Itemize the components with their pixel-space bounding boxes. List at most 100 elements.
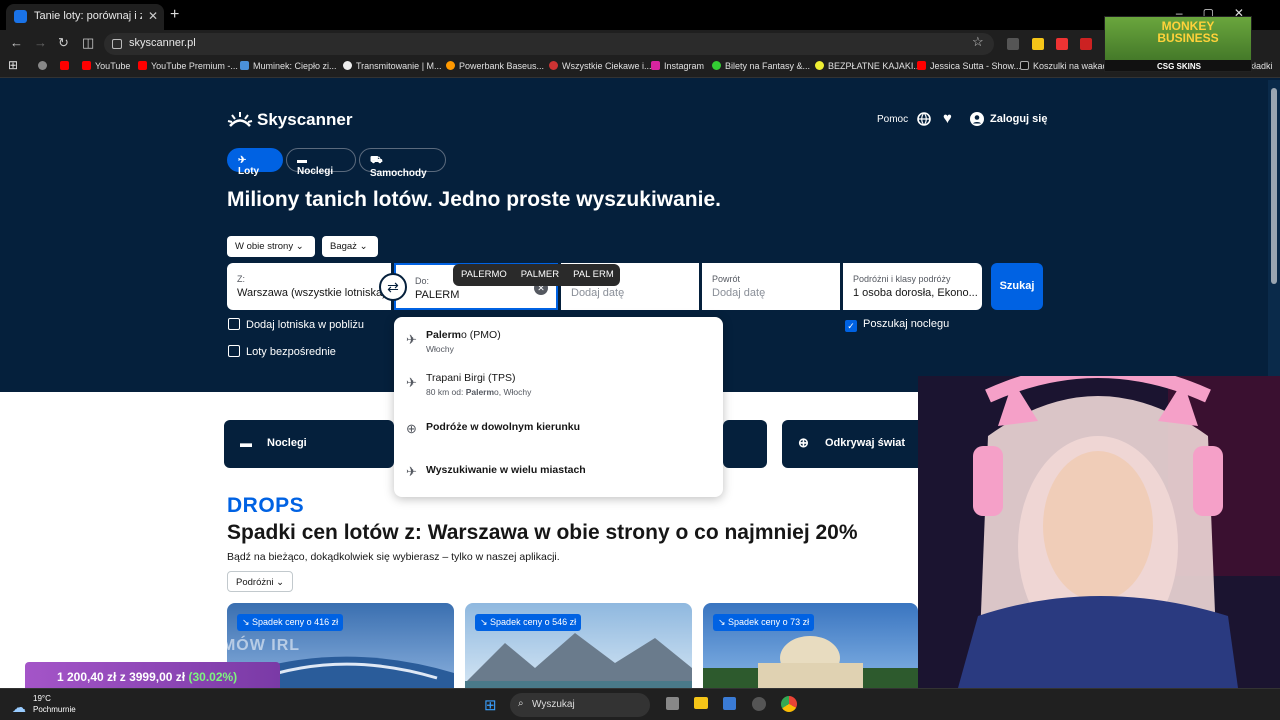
suggestion-palmer[interactable]: PALMER <box>513 264 565 280</box>
checkbox-icon <box>228 318 240 330</box>
bookmark-wszystkie[interactable]: Wszystkie Ciekawe i... <box>549 61 652 71</box>
checkmark-icon: ✓ <box>845 320 857 332</box>
travellers-filter[interactable]: Podróżni ⌄ <box>227 571 294 592</box>
stream-promo-text: NOWY TEL DO STREAMÓW IRL <box>34 637 301 654</box>
skyscanner-logo[interactable]: Skyscanner <box>227 110 352 130</box>
price-drop-badge: ↘ Spadek ceny o 416 zł <box>237 614 344 631</box>
cloud-icon: ☁ <box>12 699 26 715</box>
back-icon[interactable]: ← <box>10 35 23 50</box>
login-link[interactable]: Zaloguj się <box>990 113 1047 125</box>
taskbar-search[interactable]: ⌕ Wyszukaj <box>510 693 650 717</box>
url-field[interactable]: skyscanner.pl <box>104 33 994 55</box>
store-icon[interactable] <box>723 697 736 710</box>
trip-type-select[interactable]: W obie strony ⌄ <box>227 236 315 257</box>
deal-image <box>703 636 918 693</box>
user-icon <box>970 112 984 126</box>
skyscanner-sun-icon <box>227 112 253 127</box>
extension-icon[interactable] <box>1056 38 1068 50</box>
suggestion-pal-erm[interactable]: PAL ERM <box>565 264 620 280</box>
deal-image <box>465 633 692 693</box>
nearby-airports-checkbox[interactable]: Dodaj lotniska w pobliżu <box>228 318 364 331</box>
bookmark-transmitowanie[interactable]: Transmitowanie | M... <box>343 61 442 71</box>
return-placeholder: Dodaj datę <box>712 287 766 299</box>
swap-button[interactable]: ⇄ <box>379 273 407 301</box>
dropdown-item-trapani[interactable]: ✈ Trapani Birgi (TPS) 80 km od: Palermo,… <box>406 372 706 400</box>
bookmark-icon[interactable] <box>60 61 73 71</box>
bookmark-youtube[interactable]: YouTube <box>82 61 130 71</box>
close-tab-icon[interactable]: ✕ <box>148 9 158 23</box>
bookmark-muminek[interactable]: Muminek: Ciepło zi... <box>240 61 337 71</box>
deal-card[interactable]: ↘ Spadek ceny o 546 zł <box>465 603 692 693</box>
cars-card[interactable] <box>723 420 767 468</box>
file-explorer-icon[interactable] <box>694 697 708 709</box>
explore-card[interactable]: ⊕ Odkrywaj świat <box>782 420 918 468</box>
tab-flights[interactable]: ✈Loty <box>227 148 283 177</box>
deal-card[interactable]: ↘ Spadek ceny o 73 zł <box>703 603 918 693</box>
travellers-value: 1 osoba dorosła, Ekono... <box>853 287 978 299</box>
extension-icon[interactable] <box>1007 38 1019 50</box>
destination-input[interactable]: PALERM <box>415 289 459 301</box>
dropdown-item-anywhere[interactable]: ⊕ Podróże w dowolnym kierunku <box>406 421 706 439</box>
explore-icon: ⊕ <box>798 435 809 450</box>
bookmark-youtube-premium[interactable]: YouTube Premium -... <box>138 61 238 71</box>
drops-subtitle: Bądź na bieżąco, dokądkolwiek się wybier… <box>227 551 560 563</box>
bed-icon: ▬ <box>240 436 252 450</box>
reload-icon[interactable]: ↻ <box>58 35 69 51</box>
search-button[interactable]: Szukaj <box>991 263 1043 310</box>
extension-icon[interactable] <box>1080 38 1092 50</box>
heart-icon[interactable]: ♥ <box>943 110 952 127</box>
search-hotels-checkbox[interactable]: ✓ Poszukaj noclegu <box>845 318 949 332</box>
drops-title: Spadki cen lotów z: Warszawa w obie stro… <box>227 521 858 544</box>
bookmark-icon[interactable] <box>38 61 51 71</box>
tab-cars[interactable]: ⛟Samochody <box>359 148 446 179</box>
travellers-label: Podróżni i klasy podróży <box>853 274 951 284</box>
site-info-icon[interactable] <box>112 39 122 49</box>
plane-icon: ✈ <box>406 464 417 479</box>
chevron-down-icon: ⌄ <box>295 241 304 252</box>
car-icon: ⛟ <box>370 155 383 166</box>
windows-start-icon[interactable]: ⊞ <box>484 696 497 714</box>
suggestion-palermo[interactable]: PALERMO <box>453 264 513 280</box>
forward-icon[interactable]: → <box>34 35 47 50</box>
dropdown-item-multicity[interactable]: ✈ Wyszukiwanie w wielu miastach <box>406 464 706 482</box>
browser-tab[interactable]: Tanie loty: porównaj i zarezerw ✕ <box>6 4 164 30</box>
taskbar: ☁ 19°C Pochmurnie ⊞ ⌕ Wyszukaj <box>0 688 1280 720</box>
origin-field[interactable]: Z: Warszawa (wszystkie lotniska) <box>227 263 391 310</box>
extension-icon[interactable] <box>1032 38 1044 50</box>
webcam-overlay <box>918 376 1280 688</box>
bookmark-jessica[interactable]: Jessica Sutta - Show... <box>917 61 1021 71</box>
chevron-down-icon: ⌄ <box>276 577 285 588</box>
origin-value: Warszawa (wszystkie lotniska) <box>237 287 386 299</box>
globe-icon[interactable] <box>917 112 931 126</box>
return-date-field[interactable]: Powrót Dodaj datę <box>702 263 840 310</box>
new-tab-icon[interactable]: + <box>170 6 179 24</box>
chrome-icon[interactable] <box>781 696 797 712</box>
return-label: Powrót <box>712 274 741 284</box>
tab-hotels[interactable]: ▬Noclegi <box>286 148 356 177</box>
bookmark-kajaki[interactable]: BEZPŁATNE KAJAKI... <box>815 61 921 71</box>
apps-icon[interactable]: ⊞ <box>8 58 18 72</box>
autocomplete-bar: PALERMO PALMER PAL ERM <box>453 264 620 286</box>
destination-label: Do: <box>415 276 430 286</box>
direct-flights-checkbox[interactable]: Loty bezpośrednie <box>228 345 336 358</box>
scrollbar-thumb[interactable] <box>1271 88 1277 284</box>
sidebar-icon[interactable]: ◫ <box>82 35 94 51</box>
bookmark-bilety[interactable]: Bilety na Fantasy &... <box>712 61 810 71</box>
travellers-field[interactable]: Podróżni i klasy podróży 1 osoba dorosła… <box>843 263 982 310</box>
task-view-icon[interactable] <box>666 697 679 710</box>
dropdown-item-palermo[interactable]: ✈ Palermo (PMO) Włochy <box>406 329 706 357</box>
bed-icon: ▬ <box>297 155 307 166</box>
webcam-image <box>918 376 1280 688</box>
hotels-card[interactable]: ▬ Noclegi <box>224 420 394 468</box>
bookmark-powerbank[interactable]: Powerbank Baseus... <box>446 61 544 71</box>
bookmark-star-icon[interactable]: ☆ <box>972 34 984 50</box>
bookmark-instagram[interactable]: Instagram <box>651 61 704 71</box>
sponsor-banner: MONKEY BUSINESS CSG SKINS <box>1104 16 1252 72</box>
app-icon[interactable] <box>752 697 766 711</box>
help-link[interactable]: Pomoc <box>877 114 908 125</box>
tab-title: Tanie loty: porównaj i zarezerw <box>34 10 142 22</box>
baggage-select[interactable]: Bagaż ⌄ <box>322 236 378 257</box>
plane-icon: ✈ <box>238 155 247 166</box>
price-drop-badge: ↘ Spadek ceny o 546 zł <box>475 614 582 631</box>
chevron-down-icon: ⌄ <box>359 241 368 252</box>
